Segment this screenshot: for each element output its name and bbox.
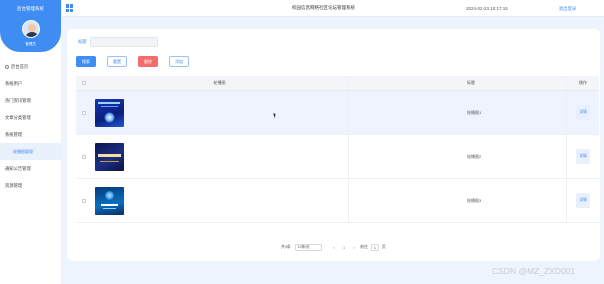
top-bar: 校园信息网络社区论坛管理系统 2024-02-23 10:17:15 退出登录 — [62, 0, 604, 17]
sidebar-item-home[interactable]: 后台首页 — [0, 58, 62, 75]
search-bar: 标题 — [78, 37, 158, 47]
sidebar-item-carousel[interactable]: 轮播图管理 — [0, 143, 62, 160]
action-cell: 详情 — [567, 193, 599, 208]
main-content: 标题 搜索 重置 删除 添加 轮播图 标题 操作 轮播图1 详情 轮播图2 详情… — [62, 17, 604, 284]
toolbar: 搜索 重置 删除 添加 — [76, 56, 200, 67]
sidebar-item-system[interactable]: 系统管理 — [0, 126, 62, 143]
goto-page-input[interactable]: 1 — [370, 244, 379, 251]
action-cell: 详情 — [567, 149, 599, 164]
image-cell — [91, 135, 349, 178]
image-cell — [91, 179, 349, 222]
pagination: 共3条 10条/页 < 1 > 前往 1 页 — [281, 244, 386, 251]
row-checkbox-cell — [76, 154, 91, 159]
search-input[interactable] — [89, 37, 158, 47]
pagination-total: 共3条 — [281, 245, 291, 249]
select-all-checkbox-cell — [76, 81, 91, 85]
detail-button[interactable]: 详情 — [576, 193, 590, 208]
row-checkbox[interactable] — [81, 154, 86, 159]
sidebar-item-label: 后台首页 — [11, 63, 29, 69]
home-icon — [5, 64, 9, 69]
add-button[interactable]: 添加 — [169, 56, 189, 67]
page-unit-label: 页 — [381, 245, 386, 249]
sidebar-title: 后台管理系统 — [17, 6, 44, 11]
sidebar-item-article-category[interactable]: 文章分类管理 — [0, 109, 62, 126]
select-all-checkbox[interactable] — [81, 81, 86, 85]
table-row[interactable]: 轮播图1 详情 — [76, 91, 599, 135]
sidebar-item-hot-news[interactable]: 热门资讯管理 — [0, 92, 62, 109]
carousel-table: 轮播图 标题 操作 轮播图1 详情 轮播图2 详情 轮播图3 详情 — [76, 76, 599, 223]
sidebar-item-label: 文章分类管理 — [5, 114, 31, 120]
row-checkbox[interactable] — [81, 198, 86, 203]
column-header-action: 操作 — [579, 80, 587, 85]
action-cell: 详情 — [567, 105, 599, 120]
table-row[interactable]: 轮播图3 详情 — [76, 179, 599, 223]
column-header-title: 标题 — [349, 76, 567, 90]
row-checkbox-cell — [76, 110, 91, 115]
sidebar-item-label: 系统用户 — [5, 80, 23, 86]
sidebar-item-label: 热门资讯管理 — [5, 97, 31, 103]
grid-menu-icon[interactable] — [66, 4, 74, 12]
sidebar-item-label: 通知公告管理 — [5, 165, 31, 171]
image-cell — [91, 91, 349, 134]
table-header: 轮播图 标题 操作 — [76, 76, 599, 91]
carousel-thumbnail[interactable] — [95, 186, 124, 215]
next-page-button[interactable]: > — [353, 246, 355, 250]
search-button[interactable]: 搜索 — [76, 56, 96, 67]
sidebar-username: 管理员 — [25, 42, 36, 46]
detail-button[interactable]: 详情 — [576, 149, 590, 164]
app-window: 后台管理系统 管理员 后台首页 系统用户 热门资讯管理 文章分类管理 系统管理 … — [0, 0, 604, 284]
carousel-thumbnail[interactable] — [95, 142, 124, 171]
reset-button[interactable]: 重置 — [107, 56, 127, 67]
sidebar-item-users[interactable]: 系统用户 — [0, 75, 62, 92]
sidebar-item-notice[interactable]: 通知公告管理 — [0, 160, 62, 177]
detail-button[interactable]: 详情 — [576, 105, 590, 120]
sidebar-item-label: 轮播图管理 — [13, 148, 33, 154]
prev-page-button[interactable]: < — [333, 246, 335, 250]
avatar[interactable] — [22, 20, 40, 38]
page-size-select[interactable]: 10条/页 — [294, 244, 322, 251]
goto-label: 前往 — [360, 245, 368, 249]
table-row[interactable]: 轮播图2 详情 — [76, 135, 599, 179]
row-checkbox-cell — [76, 198, 91, 203]
sidebar-header: 后台管理系统 管理员 — [0, 0, 61, 52]
content-panel: 标题 搜索 重置 删除 添加 轮播图 标题 操作 轮播图1 详情 轮播图2 详情… — [67, 29, 600, 261]
datetime: 2024-02-23 10:17:15 — [466, 5, 508, 11]
title-cell: 轮播图3 — [349, 179, 567, 222]
sidebar-nav: 后台首页 系统用户 热门资讯管理 文章分类管理 系统管理 轮播图管理 通知公告管… — [0, 58, 62, 194]
sidebar: 后台管理系统 管理员 后台首页 系统用户 热门资讯管理 文章分类管理 系统管理 … — [0, 0, 62, 284]
logout-link[interactable]: 退出登录 — [559, 6, 576, 12]
row-checkbox[interactable] — [81, 110, 86, 115]
delete-button[interactable]: 删除 — [138, 56, 158, 67]
sidebar-item-label: 资源管理 — [5, 182, 23, 188]
title-cell: 轮播图1 — [349, 91, 567, 134]
column-header-image: 轮播图 — [91, 76, 349, 90]
carousel-thumbnail[interactable] — [95, 98, 124, 127]
current-page[interactable]: 1 — [343, 246, 345, 250]
watermark: CSDN @MZ_ZXD001 — [492, 266, 576, 276]
page-title: 校园信息网络社区论坛管理系统 — [292, 5, 355, 10]
sidebar-item-label: 系统管理 — [5, 131, 23, 137]
sidebar-item-resources[interactable]: 资源管理 — [0, 177, 62, 194]
title-cell: 轮播图2 — [349, 135, 567, 178]
search-label: 标题 — [78, 39, 87, 44]
